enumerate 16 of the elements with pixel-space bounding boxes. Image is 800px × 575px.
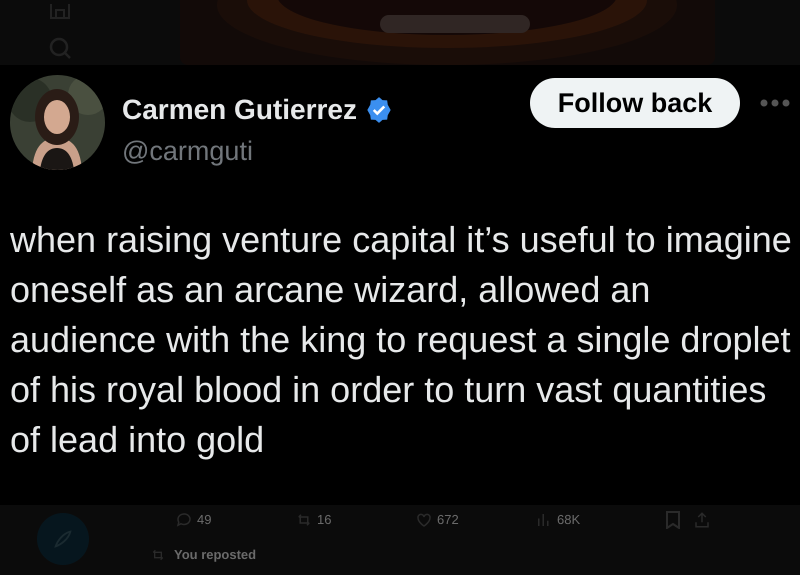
display-name: Carmen Gutierrez <box>122 93 357 127</box>
stat-count: 672 <box>437 511 459 530</box>
social-context: You reposted <box>174 546 256 564</box>
stat-count: 49 <box>197 511 212 530</box>
user-handle: @carmguti <box>122 135 254 168</box>
stat-count: 16 <box>317 511 332 530</box>
compose-button[interactable] <box>37 513 89 565</box>
follow-back-button[interactable]: Follow back <box>530 78 740 128</box>
bookmark-icon[interactable] <box>665 511 681 529</box>
more-icon[interactable] <box>760 99 790 107</box>
share-icon[interactable] <box>693 511 711 529</box>
search-icon[interactable] <box>48 36 72 60</box>
tweet-text: when raising venture capital it’s useful to imagine oneself as an arcane wizard, allowed an audience with the king to request a single droplet of his royal blood in order to turn vast quantities of lead into gold <box>10 218 793 462</box>
reply-icon[interactable] <box>175 511 193 529</box>
stat-count: 68K <box>557 511 580 530</box>
heart-icon[interactable] <box>415 511 433 529</box>
